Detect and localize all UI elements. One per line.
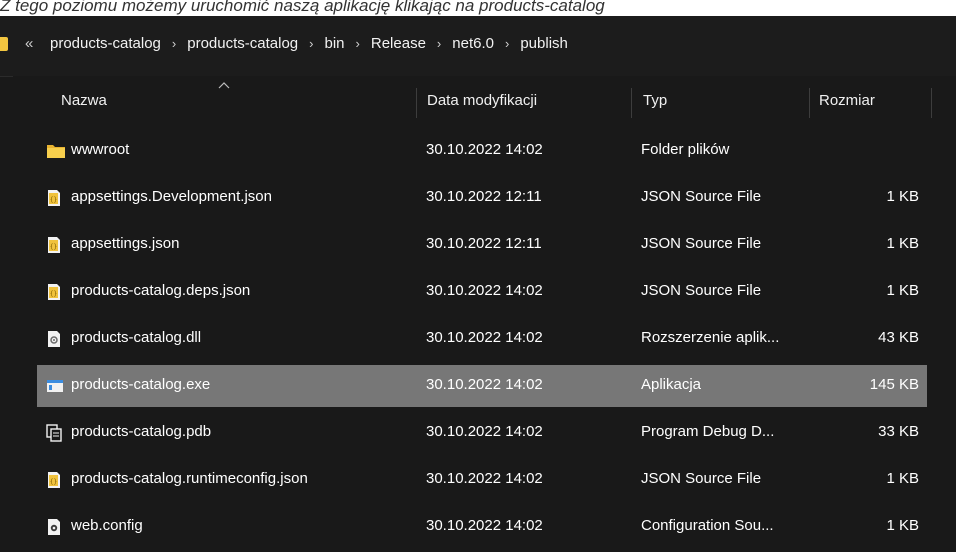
json-file-icon: {} bbox=[45, 471, 63, 489]
breadcrumb-item[interactable]: net6.0 bbox=[452, 35, 494, 52]
chevron-right-icon[interactable]: › bbox=[437, 36, 441, 51]
file-date-modified: 30.10.2022 14:02 bbox=[426, 141, 543, 158]
exe-file-icon bbox=[45, 377, 63, 395]
file-row[interactable]: products-catalog.pdb 30.10.2022 14:02 Prog… bbox=[37, 412, 927, 454]
file-type: Rozszerzenie aplik... bbox=[641, 329, 780, 346]
file-type: Folder plików bbox=[641, 141, 730, 158]
file-size: 43 KB bbox=[878, 329, 919, 346]
file-type: JSON Source File bbox=[641, 188, 762, 205]
file-row[interactable]: wwwroot 30.10.2022 14:02 Folder plików bbox=[37, 130, 927, 172]
caption-text: Z tego poziomu możemy uruchomić naszą ap… bbox=[0, 0, 605, 15]
file-row[interactable]: {} appsettings.json 30.10.2022 12:11 JSON S… bbox=[37, 224, 927, 266]
file-date-modified: 30.10.2022 14:02 bbox=[426, 329, 543, 346]
file-row[interactable]: web.config 30.10.2022 14:02 Configuration … bbox=[37, 506, 927, 548]
column-divider[interactable] bbox=[631, 88, 632, 118]
file-row[interactable]: products-catalog.dll 30.10.2022 14:02 Rozs… bbox=[37, 318, 927, 360]
svg-text:{}: {} bbox=[50, 479, 57, 486]
file-type: Configuration Sou... bbox=[641, 517, 774, 534]
column-divider[interactable] bbox=[809, 88, 810, 118]
json-file-icon: {} bbox=[45, 236, 63, 254]
breadcrumb-overflow-button[interactable]: « bbox=[25, 35, 33, 52]
folder-icon bbox=[45, 142, 65, 160]
chevron-right-icon[interactable]: › bbox=[172, 36, 176, 51]
json-file-icon: {} bbox=[45, 189, 63, 207]
file-size: 145 KB bbox=[869, 376, 919, 393]
svg-text:{}: {} bbox=[50, 244, 57, 251]
chevron-right-icon[interactable]: › bbox=[505, 36, 509, 51]
column-divider[interactable] bbox=[931, 88, 932, 118]
file-date-modified: 30.10.2022 14:02 bbox=[426, 517, 543, 534]
address-bar[interactable]: « products-catalog › products-catalog › … bbox=[0, 16, 956, 77]
json-file-icon: {} bbox=[45, 283, 63, 301]
breadcrumb-item[interactable]: bin bbox=[325, 35, 345, 52]
file-row[interactable]: {} products-catalog.deps.json 30.10.2022 1… bbox=[37, 271, 927, 313]
file-size: 1 KB bbox=[886, 517, 919, 534]
svg-text:{}: {} bbox=[50, 291, 57, 298]
file-type: JSON Source File bbox=[641, 470, 762, 487]
column-header-date[interactable]: Data modyfikacji bbox=[427, 92, 537, 109]
file-name: products-catalog.deps.json bbox=[71, 282, 251, 299]
file-type: JSON Source File bbox=[641, 282, 762, 299]
file-type: Program Debug D... bbox=[641, 423, 775, 440]
breadcrumb: products-catalog › products-catalog › bi… bbox=[50, 35, 568, 52]
pdb-file-icon bbox=[45, 424, 63, 442]
file-name: web.config bbox=[71, 517, 143, 534]
column-header-type[interactable]: Typ bbox=[643, 92, 667, 109]
file-row[interactable]: {} appsettings.Development.json 30.10.2022… bbox=[37, 177, 927, 219]
file-size: 1 KB bbox=[886, 235, 919, 252]
breadcrumb-item[interactable]: products-catalog bbox=[187, 35, 298, 52]
file-date-modified: 30.10.2022 14:02 bbox=[426, 423, 543, 440]
file-name: appsettings.json bbox=[71, 235, 180, 252]
sort-ascending-icon bbox=[218, 82, 230, 89]
column-header-row: Nazwa Data modyfikacji Typ Rozmiar bbox=[13, 76, 956, 130]
file-size: 1 KB bbox=[886, 282, 919, 299]
breadcrumb-item[interactable]: Release bbox=[371, 35, 426, 52]
breadcrumb-item[interactable]: products-catalog bbox=[50, 35, 161, 52]
file-date-modified: 30.10.2022 14:02 bbox=[426, 470, 543, 487]
dll-file-icon bbox=[45, 330, 63, 348]
folder-icon bbox=[0, 37, 8, 51]
file-name: appsettings.Development.json bbox=[71, 188, 272, 205]
column-divider[interactable] bbox=[416, 88, 417, 118]
file-date-modified: 30.10.2022 14:02 bbox=[426, 282, 543, 299]
file-list: Nazwa Data modyfikacji Typ Rozmiar wwwro… bbox=[13, 76, 956, 552]
breadcrumb-item[interactable]: publish bbox=[520, 35, 568, 52]
file-name: products-catalog.exe bbox=[71, 376, 211, 393]
file-name: products-catalog.runtimeconfig.json bbox=[71, 470, 308, 487]
file-explorer-window: « products-catalog › products-catalog › … bbox=[0, 16, 956, 552]
svg-text:{}: {} bbox=[50, 197, 57, 204]
column-header-name[interactable]: Nazwa bbox=[61, 92, 107, 109]
config-file-icon bbox=[45, 518, 63, 536]
file-size: 1 KB bbox=[886, 188, 919, 205]
file-name: products-catalog.dll bbox=[71, 329, 202, 346]
chevron-right-icon[interactable]: › bbox=[309, 36, 313, 51]
file-name: wwwroot bbox=[71, 141, 130, 158]
file-row[interactable]: products-catalog.exe 30.10.2022 14:02 Apli… bbox=[37, 365, 927, 407]
file-date-modified: 30.10.2022 14:02 bbox=[426, 376, 543, 393]
file-date-modified: 30.10.2022 12:11 bbox=[426, 188, 542, 205]
file-date-modified: 30.10.2022 12:11 bbox=[426, 235, 542, 252]
file-type: JSON Source File bbox=[641, 235, 762, 252]
file-size: 1 KB bbox=[886, 470, 919, 487]
file-size: 33 KB bbox=[878, 423, 919, 440]
file-type: Aplikacja bbox=[641, 376, 702, 393]
chevron-right-icon[interactable]: › bbox=[356, 36, 360, 51]
column-header-size[interactable]: Rozmiar bbox=[819, 92, 875, 109]
file-name: products-catalog.pdb bbox=[71, 423, 212, 440]
file-row[interactable]: {} products-catalog.runtimeconfig.json 30.… bbox=[37, 459, 927, 501]
